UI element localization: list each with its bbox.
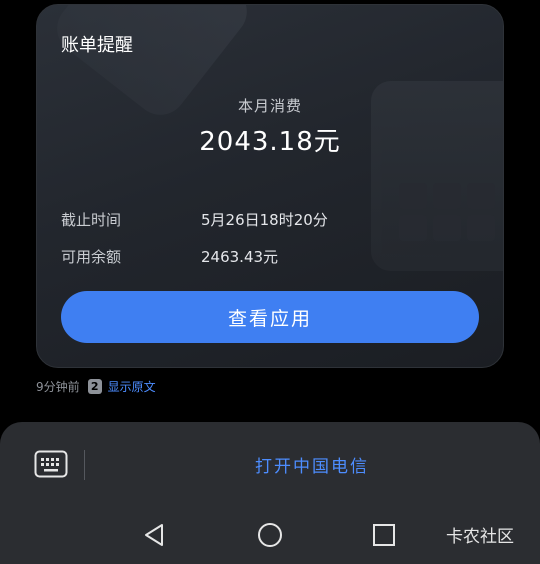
- month-spend-label: 本月消费: [237, 97, 302, 115]
- back-icon[interactable]: [140, 520, 170, 550]
- open-china-telecom-button[interactable]: 打开中国电信: [180, 452, 444, 477]
- panel-divider: [84, 450, 85, 480]
- month-spend-amount: 2043.18元: [199, 127, 341, 157]
- recents-icon[interactable]: [369, 520, 399, 550]
- deadline-value: 5月26日18时20分: [201, 211, 328, 229]
- show-original-link[interactable]: 显示原文: [108, 378, 156, 395]
- card-title: 账单提醒: [61, 35, 133, 56]
- available-balance-label: 可用余额: [61, 248, 122, 266]
- available-balance-value: 2463.43元: [201, 248, 279, 266]
- keyboard-icon[interactable]: [34, 450, 68, 478]
- bottom-panel: 打开中国电信 卡农社区: [0, 422, 540, 564]
- watermark-text: 卡农社区: [446, 527, 514, 547]
- home-icon[interactable]: [255, 520, 285, 550]
- bill-reminder-card[interactable]: 账单提醒 本月消费 2043.18元 截止时间 5月26日18时20分 可用余额…: [36, 4, 504, 368]
- deadline-label: 截止时间: [61, 211, 122, 229]
- message-meta: 9分钟前 2 显示原文: [36, 378, 156, 395]
- message-time: 9分钟前: [36, 380, 80, 394]
- view-app-button[interactable]: 查看应用: [61, 291, 479, 343]
- sim-badge: 2: [87, 379, 102, 394]
